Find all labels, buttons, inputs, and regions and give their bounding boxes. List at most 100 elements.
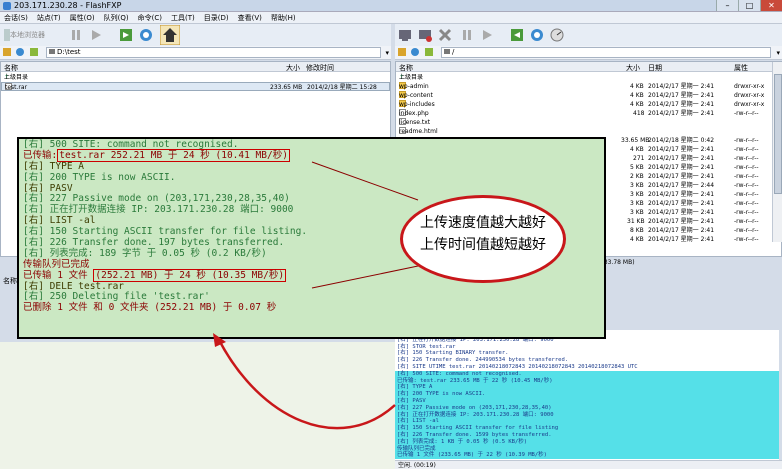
right-path-input[interactable]: / (441, 47, 771, 58)
file-name: wp-admin (399, 83, 429, 90)
log-line: [右] 200 TYPE is now ASCII. (395, 391, 779, 398)
column-size[interactable]: 大小 (286, 63, 300, 73)
column-name[interactable]: 名称 (4, 63, 18, 73)
file-name: readme.html (399, 128, 438, 135)
log-tag: [右] (23, 280, 44, 292)
file-date: 2014/2/17 星期一 2:41 (648, 200, 715, 207)
menu-options[interactable]: 属性(O) (66, 12, 100, 23)
queue-header-name[interactable]: 名称 (0, 276, 17, 286)
file-attr: -rw-r--r-- (734, 209, 759, 216)
pause-icon[interactable] (68, 27, 84, 43)
list-item[interactable]: index.php 418 2014/2/17 星期一 2:41 -rw-r--r-- (396, 109, 781, 118)
file-date: 2014/2/17 星期一 2:41 (648, 110, 715, 117)
log-tag: [右] (23, 291, 44, 303)
menu-tools[interactable]: 工具(T) (167, 12, 200, 23)
refresh-icon[interactable] (138, 27, 154, 43)
chevron-down-icon[interactable]: ▾ (776, 49, 780, 57)
column-modified[interactable]: 修改时间 (306, 63, 334, 73)
log-line: [右] 150 Starting ASCII transfer for file… (395, 425, 779, 432)
file-attr: -rw-r--r-- (734, 146, 759, 153)
file-size: 4 KB (630, 236, 644, 243)
file-row[interactable]: test.rar 233.65 MB 2014/2/18 星期二 15:28 (1, 82, 390, 91)
pause-icon[interactable] (459, 27, 475, 43)
log-line: [右] SITE UTIME test.rar 20140218072843 2… (397, 363, 638, 370)
connect-icon[interactable] (397, 27, 413, 43)
menu-directory[interactable]: 目录(D) (200, 12, 234, 23)
abort-icon[interactable] (437, 27, 453, 43)
transfer-icon[interactable] (118, 27, 134, 43)
callout-line-1: 上传速度值越大越好 (420, 215, 546, 231)
log-text: 250 Deleting file 'test.rar' (43, 291, 210, 303)
log-text: LIST -al (43, 215, 96, 227)
chevron-down-icon[interactable]: ▾ (385, 49, 389, 57)
disconnect-icon[interactable] (417, 27, 433, 43)
file-attr: drwxr-xr-x (734, 83, 765, 90)
refresh-icon[interactable] (16, 48, 24, 56)
title-bar: 203.171.230.28 - FlashFXP – □ ✕ (0, 0, 782, 12)
column-size[interactable]: 大小 (626, 63, 640, 73)
file-date: 2014/2/17 星期一 2:41 (648, 227, 715, 234)
log-line: 已传输 1 文件 (233.65 MB) 于 22 秒 (10.39 MB/秒) (395, 452, 779, 460)
local-browser-label[interactable]: 本地浏览器 (10, 30, 45, 40)
file-size: 4 KB (630, 83, 644, 90)
menu-queue[interactable]: 队列(Q) (100, 12, 134, 23)
log-text: 227 Passive mode on (203,171,230,28,35,4… (43, 193, 290, 205)
menu-view[interactable]: 查看(V) (234, 12, 267, 23)
highlighted-speed: test.rar 252.21 MB 于 24 秒 (10.41 MB/秒) (57, 148, 290, 162)
menu-commands[interactable]: 命令(C) (134, 12, 167, 23)
right-toolbar (395, 24, 782, 46)
file-date: 2014/2/17 星期一 2:41 (648, 218, 715, 225)
remote-status-text: 233.78 MB) (600, 259, 635, 266)
list-item[interactable]: license.txt (396, 118, 781, 127)
scrollbar-thumb[interactable] (774, 74, 782, 194)
refresh-icon[interactable] (411, 48, 419, 56)
column-attr[interactable]: 属性 (734, 63, 748, 73)
file-name: index.php (399, 110, 429, 117)
parent-dir-row[interactable]: ↑ 上级目录 (1, 73, 390, 82)
play-icon[interactable] (88, 27, 104, 43)
column-date[interactable]: 日期 (648, 63, 662, 73)
parent-dir-label: 上级目录 (399, 74, 424, 81)
file-attr: -rw-r--r-- (734, 110, 759, 117)
list-item[interactable]: wp-content 4 KB 2014/2/17 星期一 2:41 drwxr-xr… (396, 91, 781, 100)
log-tag: [右] (23, 160, 44, 172)
log-tag: 已传输 1 文件 (23, 269, 94, 281)
file-attr: -rw-r--r-- (734, 200, 759, 207)
home-icon[interactable] (160, 25, 180, 45)
menu-session[interactable]: 会话(S) (0, 12, 33, 23)
left-toolbar: 本地浏览器 (0, 24, 391, 46)
close-button[interactable]: ✕ (760, 0, 782, 11)
remote-log: [右] 227 Passive mode on (203,171,230,28,… (395, 330, 779, 463)
minimize-button[interactable]: – (716, 0, 738, 11)
menu-help[interactable]: 帮助(H) (267, 12, 301, 23)
parent-dir-row[interactable]: ↑ 上级目录 (396, 73, 781, 82)
transfer-icon[interactable] (509, 27, 525, 43)
log-text: 150 Starting ASCII transfer for file lis… (43, 226, 308, 238)
file-size: 8 KB (630, 227, 644, 234)
file-size: 33.65 MB (621, 137, 650, 144)
maximize-button[interactable]: □ (738, 0, 760, 11)
column-name[interactable]: 名称 (399, 63, 413, 73)
menu-sites[interactable]: 站点(T) (33, 12, 66, 23)
list-item[interactable]: readme.html (396, 127, 781, 136)
bookmark-icon[interactable] (30, 48, 38, 56)
callout-line-2: 上传时间值越短越好 (420, 237, 546, 253)
list-item[interactable]: wp-includes 4 KB 2014/2/17 星期一 2:41 drwxr-x… (396, 100, 781, 109)
bookmark-icon[interactable] (425, 48, 433, 56)
refresh-icon[interactable] (529, 27, 545, 43)
log-text: TYPE A (43, 160, 84, 172)
folder-icon (398, 48, 406, 56)
file-size: 4 KB (630, 101, 644, 108)
file-date: 2014/2/17 星期一 2:41 (648, 83, 715, 90)
left-path-input[interactable]: D:\test (46, 47, 381, 58)
local-column-header: 名称 大小 修改时间 (1, 62, 390, 72)
file-size: 271 (633, 155, 645, 162)
file-size: 4 KB (630, 146, 644, 153)
remote-scrollbar[interactable] (772, 62, 782, 242)
list-item[interactable]: wp-admin 4 KB 2014/2/17 星期一 2:41 drwxr-xr-x (396, 82, 781, 91)
play-icon[interactable] (479, 27, 495, 43)
log-text: 列表完成: 189 字节 于 0.05 秒 (0.2 KB/秒) (43, 247, 267, 259)
log-text: 226 Transfer done. 197 bytes transferred… (43, 237, 285, 249)
speed-icon[interactable] (549, 27, 565, 43)
log-tag: [右] (23, 237, 44, 249)
